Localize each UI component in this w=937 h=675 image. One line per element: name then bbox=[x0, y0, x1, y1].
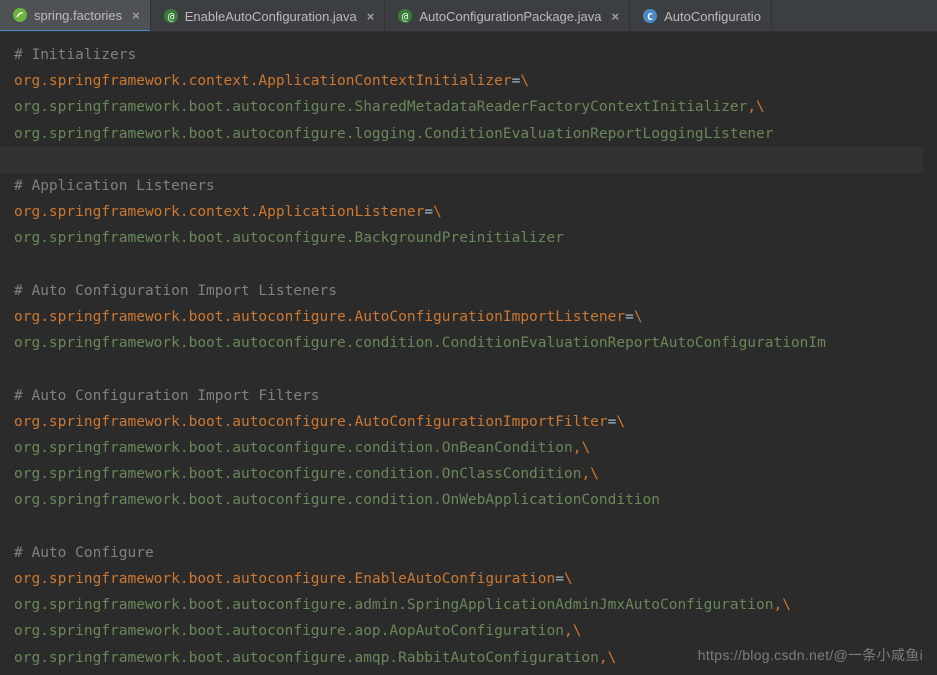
watermark: https://blog.csdn.net/@一条小咸鱼i bbox=[698, 645, 923, 665]
svg-text:@: @ bbox=[167, 10, 174, 23]
code-line: org.springframework.boot.autoconfigure.A… bbox=[14, 409, 937, 435]
tab-label: AutoConfiguratio bbox=[664, 9, 761, 24]
code-editor[interactable]: # Initializersorg.springframework.contex… bbox=[0, 32, 937, 671]
code-line: org.springframework.boot.autoconfigure.S… bbox=[14, 94, 937, 120]
editor-tab-1[interactable]: @ EnableAutoConfiguration.java × bbox=[151, 0, 386, 32]
close-icon[interactable]: × bbox=[611, 9, 619, 24]
editor-tab-3[interactable]: C AutoConfiguratio bbox=[630, 0, 772, 32]
close-icon[interactable]: × bbox=[132, 8, 140, 23]
code-line: org.springframework.context.ApplicationL… bbox=[14, 199, 937, 225]
code-line bbox=[14, 356, 937, 382]
tab-label: EnableAutoConfiguration.java bbox=[185, 9, 357, 24]
code-line: # Auto Configuration Import Filters bbox=[14, 383, 937, 409]
code-line: org.springframework.boot.autoconfigure.a… bbox=[14, 592, 937, 618]
code-line: org.springframework.boot.autoconfigure.A… bbox=[14, 304, 937, 330]
code-line bbox=[0, 147, 923, 173]
code-line: org.springframework.boot.autoconfigure.E… bbox=[14, 566, 937, 592]
annotation-icon: @ bbox=[397, 8, 413, 24]
code-line bbox=[14, 252, 937, 278]
code-line: org.springframework.boot.autoconfigure.l… bbox=[14, 121, 937, 147]
code-line: org.springframework.boot.autoconfigure.a… bbox=[14, 618, 937, 644]
code-line: # Auto Configure bbox=[14, 540, 937, 566]
code-line: org.springframework.boot.autoconfigure.c… bbox=[14, 330, 937, 356]
editor-tab-bar: spring.factories × @ EnableAutoConfiguratio… bbox=[0, 0, 937, 32]
code-line: org.springframework.boot.autoconfigure.c… bbox=[14, 487, 937, 513]
code-line: # Auto Configuration Import Listeners bbox=[14, 278, 937, 304]
code-line: org.springframework.context.ApplicationC… bbox=[14, 68, 937, 94]
code-line: org.springframework.boot.autoconfigure.c… bbox=[14, 435, 937, 461]
code-line: # Initializers bbox=[14, 42, 937, 68]
code-line: org.springframework.boot.autoconfigure.B… bbox=[14, 225, 937, 251]
close-icon[interactable]: × bbox=[367, 9, 375, 24]
class-icon: C bbox=[642, 8, 658, 24]
editor-tab-2[interactable]: @ AutoConfigurationPackage.java × bbox=[385, 0, 630, 32]
spring-icon bbox=[12, 7, 28, 23]
annotation-icon: @ bbox=[163, 8, 179, 24]
code-line: # Application Listeners bbox=[14, 173, 937, 199]
tab-label: spring.factories bbox=[34, 8, 122, 23]
code-line bbox=[14, 514, 937, 540]
svg-text:@: @ bbox=[402, 10, 409, 23]
tab-label: AutoConfigurationPackage.java bbox=[419, 9, 601, 24]
svg-text:C: C bbox=[647, 12, 653, 23]
editor-tab-0[interactable]: spring.factories × bbox=[0, 0, 151, 32]
code-line: org.springframework.boot.autoconfigure.c… bbox=[14, 461, 937, 487]
